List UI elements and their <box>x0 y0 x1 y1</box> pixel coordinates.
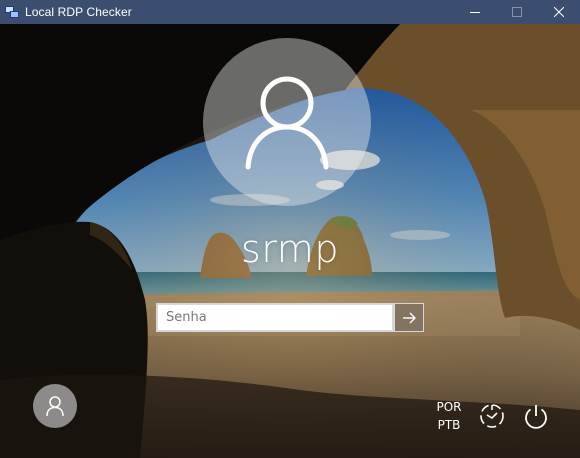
user-icon <box>245 76 329 170</box>
title-bar[interactable]: Local RDP Checker <box>0 0 580 24</box>
rdp-monitors-icon <box>5 5 19 19</box>
power-button[interactable] <box>520 400 552 432</box>
close-button[interactable] <box>538 0 580 24</box>
arrow-right-icon <box>403 312 416 323</box>
window-title: Local RDP Checker <box>25 5 132 19</box>
ease-of-access-icon <box>480 404 504 428</box>
username-label: srmp <box>241 227 339 271</box>
ease-of-access-button[interactable] <box>476 400 508 432</box>
close-icon <box>554 7 564 17</box>
rdp-checker-window: Local RDP Checker srmp POR PTB <box>0 0 580 458</box>
submit-button[interactable] <box>394 303 424 332</box>
window-controls <box>454 0 580 24</box>
password-input[interactable] <box>156 303 394 332</box>
maximize-icon <box>512 7 522 17</box>
switch-user-button[interactable] <box>33 384 77 428</box>
language-indicator[interactable]: POR PTB <box>432 398 466 434</box>
maximize-button[interactable] <box>496 0 538 24</box>
minimize-icon <box>470 12 480 13</box>
user-avatar <box>203 38 371 206</box>
power-icon <box>525 405 547 429</box>
password-row <box>156 303 424 332</box>
user-icon <box>46 396 64 417</box>
keyboard-layout: PTB <box>437 418 461 432</box>
language-code: POR <box>436 400 462 414</box>
minimize-button[interactable] <box>454 0 496 24</box>
